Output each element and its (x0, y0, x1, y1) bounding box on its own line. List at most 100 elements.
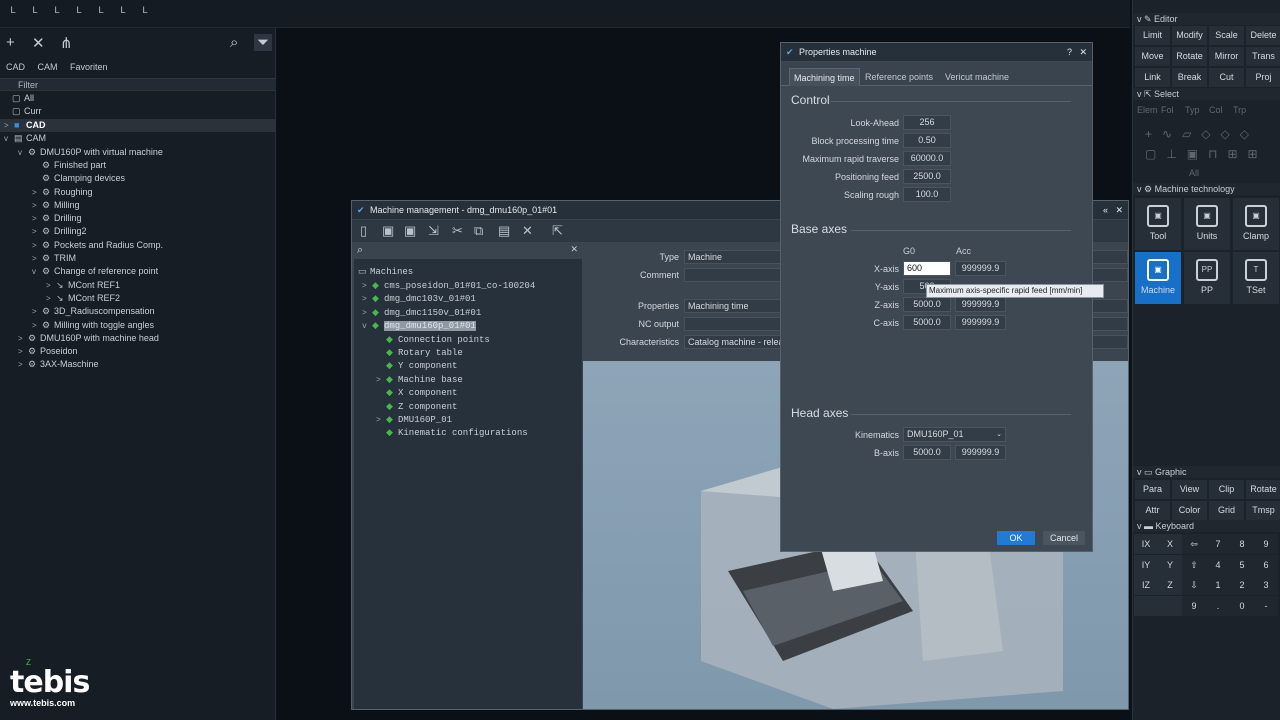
keypad-key[interactable]: Z (1158, 575, 1182, 595)
keypad-key[interactable]: X (1158, 534, 1182, 554)
keypad-key[interactable]: . (1206, 595, 1230, 616)
filter-item-all[interactable]: ▢ All (12, 92, 34, 105)
tree-item[interactable]: v ⚙ Change of reference point (0, 265, 158, 278)
tree-item[interactable]: ⚙ Clamping devices (0, 172, 125, 185)
tree-item[interactable]: > ■ CAD (0, 119, 276, 132)
control-field[interactable]: 100.0 (903, 187, 951, 202)
chevron-right-icon[interactable]: > (32, 212, 42, 225)
add-icon[interactable]: + (6, 34, 15, 51)
machine-tree-item[interactable]: > ◆ dmg_dmc103v_01#01 (362, 293, 476, 306)
tree-item[interactable]: v ⚙ DMU160P with virtual machine (0, 146, 163, 159)
editor-button[interactable]: Cut (1209, 68, 1244, 87)
mt-machine-button[interactable]: ▣ Machine (1135, 252, 1181, 304)
delete-icon[interactable]: ✕ (32, 34, 45, 52)
tree-item[interactable]: > ⚙ Drilling2 (0, 225, 87, 238)
cancel-button[interactable]: Cancel (1043, 531, 1085, 545)
b-axis-acc[interactable]: 999999.9 (955, 445, 1006, 460)
chevron-right-icon[interactable]: > (32, 252, 42, 265)
tree-item[interactable]: > ⚙ Roughing (0, 186, 93, 199)
chevron-right-icon[interactable]: > (362, 293, 372, 306)
keypad-key[interactable]: IY (1134, 554, 1158, 575)
import-icon[interactable]: ⇲ (428, 223, 439, 239)
machine-tree-item[interactable]: > ◆ dmg_dmc1150v_01#01 (362, 307, 481, 320)
search-icon[interactable]: ⌕ (230, 34, 238, 51)
machine-tree-item[interactable]: > ◆ cms_poseidon_01#01_co-100204 (362, 280, 535, 293)
axis-g0-field[interactable]: 600 (903, 261, 951, 276)
select-all[interactable]: All (1189, 168, 1199, 178)
axis-view-icon[interactable]: L (120, 6, 126, 17)
tree-item[interactable]: > ⚙ Milling with toggle angles (0, 319, 154, 332)
keypad-key[interactable] (1134, 595, 1158, 616)
machine-tree-item[interactable]: ◆ Y component (376, 360, 457, 373)
editor-button[interactable]: Limit (1135, 26, 1170, 45)
chevron-down-icon[interactable]: v (4, 132, 14, 145)
select-tab[interactable]: Fol (1161, 105, 1174, 115)
editor-button[interactable]: Modify (1172, 26, 1207, 45)
tree-item[interactable]: > ⚙ Poseidon (0, 345, 78, 358)
tab-cam[interactable]: CAM (38, 62, 58, 72)
keypad-key[interactable]: 9 (1254, 534, 1278, 554)
chevron-down-icon[interactable]: v (32, 265, 42, 278)
mt-clamp-button[interactable]: ▣ Clamp (1233, 198, 1279, 250)
keypad-key[interactable]: ⇩ (1182, 575, 1206, 595)
collapse-icon[interactable]: « (1103, 201, 1108, 219)
save-as-icon[interactable]: ▣ (404, 223, 416, 239)
graphic-button[interactable]: Para (1135, 480, 1170, 499)
graphic-button[interactable]: Attr (1135, 501, 1170, 520)
tree-item[interactable]: > ⚙ 3D_Radiuscompensation (0, 305, 155, 318)
chevron-right-icon[interactable]: > (46, 292, 56, 305)
help-icon[interactable]: ? (1067, 43, 1072, 61)
chevron-right-icon[interactable]: > (32, 319, 42, 332)
keypad-key[interactable]: 7 (1206, 534, 1230, 554)
keypad-key[interactable]: 8 (1230, 534, 1254, 554)
axis-view-icon[interactable]: L (98, 6, 104, 17)
filter-icon[interactable]: ⏷ (254, 34, 273, 51)
filter-bar[interactable]: Filter (0, 78, 276, 91)
close-icon[interactable]: ✕ (1115, 201, 1123, 219)
chevron-right-icon[interactable]: > (32, 305, 42, 318)
axis-view-icon[interactable]: L (142, 6, 148, 17)
tree-item[interactable]: > ⚙ TRIM (0, 252, 76, 265)
axis-view-icon[interactable]: L (76, 6, 82, 17)
cut-icon[interactable]: ✂ (452, 223, 463, 239)
editor-button[interactable]: Delete (1246, 26, 1280, 45)
graphic-button[interactable]: Grid (1209, 501, 1244, 520)
editor-button[interactable]: Move (1135, 47, 1170, 66)
tree-icon[interactable]: ⋔ (60, 34, 73, 52)
editor-button[interactable]: Scale (1209, 26, 1244, 45)
keypad-key[interactable]: - (1254, 595, 1278, 616)
tree-root[interactable]: ▭ Machines (358, 266, 413, 279)
axis-view-icon[interactable]: L (10, 6, 16, 17)
keypad-key[interactable] (1158, 595, 1182, 616)
select-tab[interactable]: Trp (1233, 105, 1246, 115)
machine-technology-header[interactable]: v ⚙ Machine technology (1133, 183, 1280, 195)
machine-tree-item[interactable]: ◆ Connection points (376, 334, 490, 347)
graphic-button[interactable]: Tmsp (1246, 501, 1280, 520)
keypad-key[interactable]: IX (1134, 534, 1158, 554)
clear-icon[interactable]: ✕ (570, 244, 578, 255)
chevron-right-icon[interactable]: > (32, 186, 42, 199)
save-icon[interactable]: ▣ (382, 223, 394, 239)
tree-item[interactable]: > ⚙ Milling (0, 199, 80, 212)
mt-tset-button[interactable]: T TSet (1233, 252, 1279, 304)
keypad-key[interactable]: 6 (1254, 554, 1278, 575)
close-icon[interactable]: ✕ (1079, 43, 1087, 61)
chevron-right-icon[interactable]: > (376, 374, 386, 387)
ok-button[interactable]: OK (997, 531, 1035, 545)
axis-g0-field[interactable]: 5000.0 (903, 297, 951, 312)
select-tab[interactable]: Typ (1185, 105, 1200, 115)
editor-button[interactable]: Rotate (1172, 47, 1207, 66)
export-icon[interactable]: ⇱ (552, 223, 563, 239)
select-tab[interactable]: Col (1209, 105, 1223, 115)
chevron-right-icon[interactable]: > (18, 345, 28, 358)
axis-view-icon[interactable]: L (54, 6, 60, 17)
keypad-key[interactable]: 4 (1206, 554, 1230, 575)
b-axis-g0[interactable]: 5000.0 (903, 445, 951, 460)
keypad-key[interactable]: 1 (1206, 575, 1230, 595)
editor-button[interactable]: Trans (1246, 47, 1280, 66)
editor-header[interactable]: v ✎ Editor (1133, 13, 1280, 25)
chevron-right-icon[interactable]: > (32, 199, 42, 212)
editor-button[interactable]: Link (1135, 68, 1170, 87)
tab-vericut-machine[interactable]: Vericut machine (941, 68, 1013, 86)
machine-tree-item[interactable]: ◆ X component (376, 387, 457, 400)
